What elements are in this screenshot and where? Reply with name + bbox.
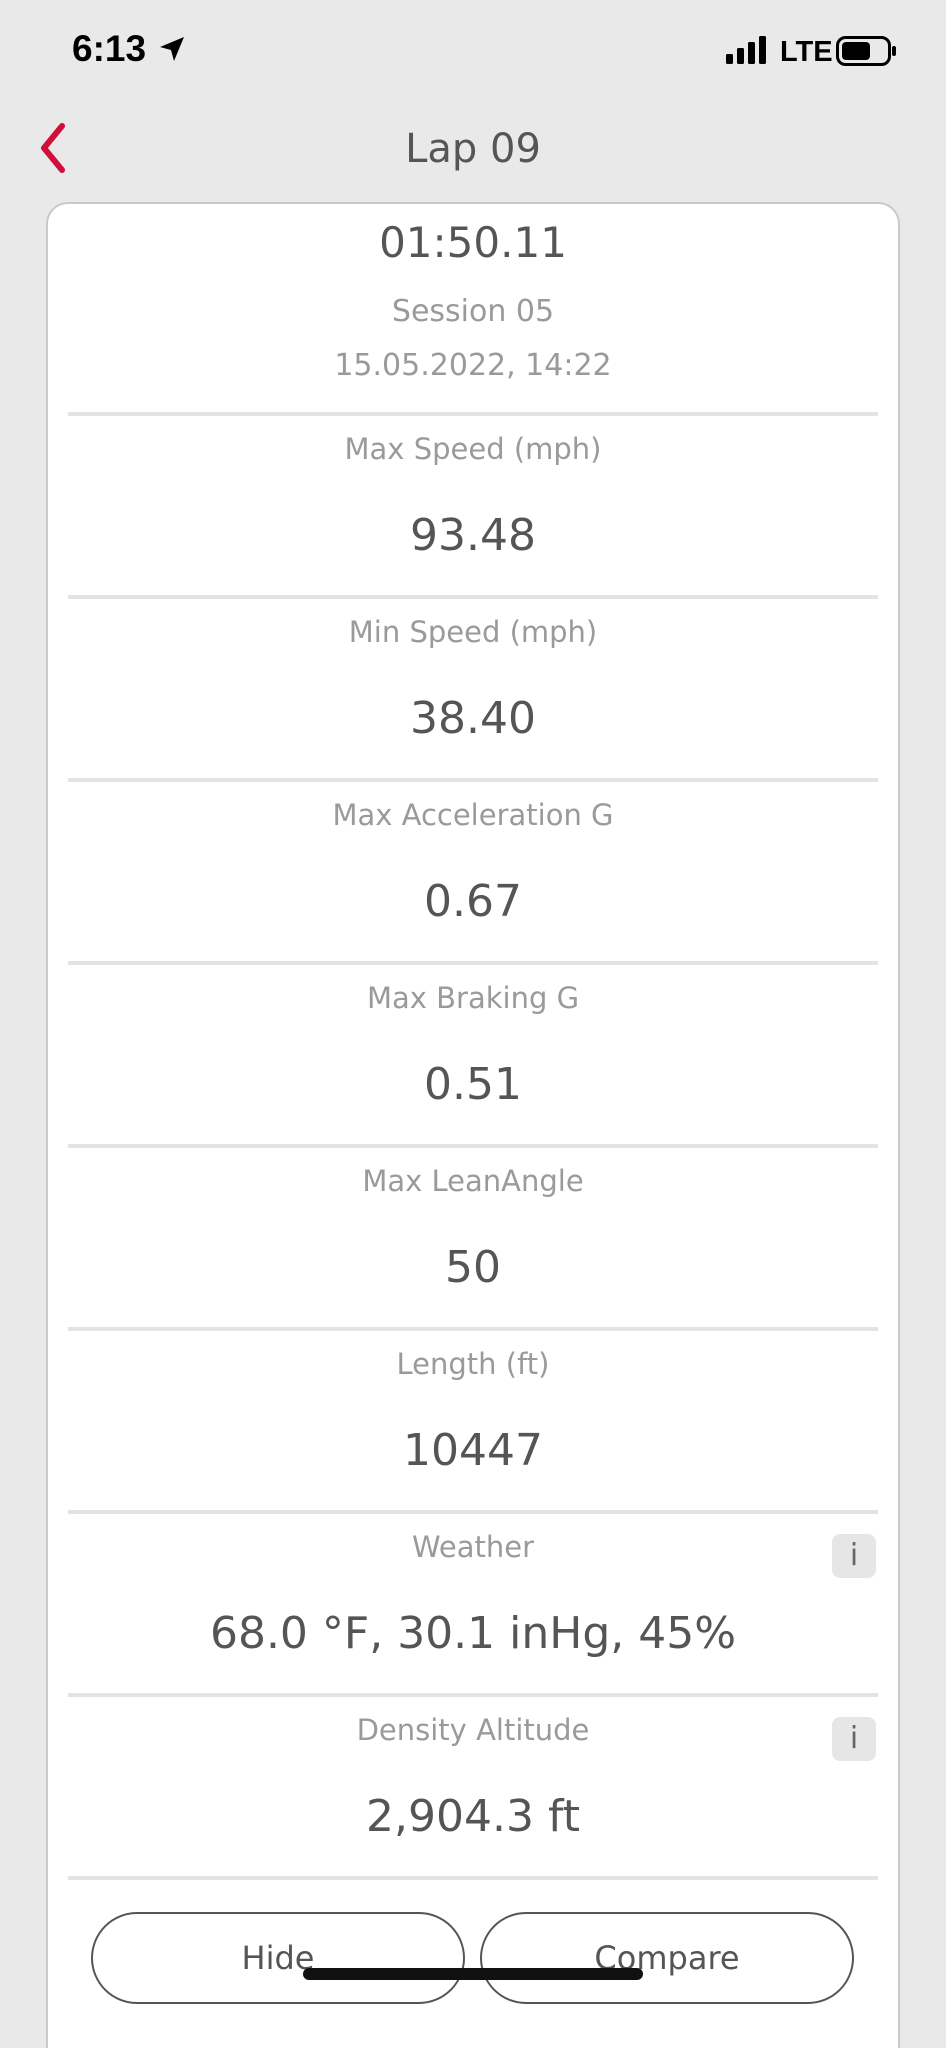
density-altitude-info-button[interactable]: i — [832, 1717, 876, 1761]
status-time: 6:13 — [72, 28, 147, 69]
page-title: Lap 09 — [405, 126, 541, 172]
weather-info-button[interactable]: i — [832, 1534, 876, 1578]
session-name: Session 05 — [391, 294, 555, 329]
stat-value: 10447 — [403, 1425, 543, 1476]
stat-label: Min Speed (mph) — [348, 615, 598, 649]
stat-row-weather: Weather i 68.0 °F, 30.1 inHg, 45% — [48, 1510, 898, 1693]
stat-value: 2,904.3 ft — [366, 1791, 580, 1842]
stat-value: 38.40 — [410, 693, 536, 744]
signal-icon — [726, 36, 766, 64]
stat-row-density-altitude: Density Altitude i 2,904.3 ft — [48, 1693, 898, 1876]
stat-label: Density Altitude — [356, 1713, 590, 1747]
stat-row-max-braking: Max Braking G 0.51 — [48, 961, 898, 1144]
stat-label: Length (ft) — [396, 1347, 550, 1381]
lap-header: 01:50.11 Session 05 15.05.2022, 14:22 — [48, 204, 898, 412]
lap-details-card: 01:50.11 Session 05 15.05.2022, 14:22 Ma… — [46, 202, 900, 2048]
stat-value: 0.67 — [424, 876, 522, 927]
status-bar: 6:13 LTE — [0, 0, 946, 100]
location-arrow-icon — [160, 37, 184, 61]
stat-value: 68.0 °F, 30.1 inHg, 45% — [209, 1608, 737, 1659]
session-date: 15.05.2022, 14:22 — [334, 348, 612, 383]
stat-label: Max LeanAngle — [362, 1164, 584, 1198]
stat-label: Weather — [411, 1530, 535, 1564]
stat-value: 50 — [445, 1242, 501, 1293]
stat-row-min-speed: Min Speed (mph) 38.40 — [48, 595, 898, 778]
stat-row-max-acceleration: Max Acceleration G 0.67 — [48, 778, 898, 961]
stat-value: 93.48 — [410, 510, 536, 561]
stat-row-max-speed: Max Speed (mph) 93.48 — [48, 412, 898, 595]
stat-label: Max Acceleration G — [332, 798, 614, 832]
battery-icon — [836, 36, 896, 66]
network-type-label: LTE — [780, 36, 833, 68]
compare-button[interactable]: Compare — [480, 1912, 854, 2004]
lap-time: 01:50.11 — [379, 218, 567, 267]
stats-list: Max Speed (mph) 93.48 Min Speed (mph) 38… — [48, 412, 898, 1880]
stat-value: 0.51 — [424, 1059, 522, 1110]
divider — [68, 1876, 878, 1880]
stat-row-max-lean-angle: Max LeanAngle 50 — [48, 1144, 898, 1327]
hide-button[interactable]: Hide — [91, 1912, 465, 2004]
stat-label: Max Braking G — [366, 981, 580, 1015]
stat-row-length: Length (ft) 10447 — [48, 1327, 898, 1510]
stat-label: Max Speed (mph) — [344, 432, 602, 466]
home-indicator — [303, 1968, 643, 1980]
